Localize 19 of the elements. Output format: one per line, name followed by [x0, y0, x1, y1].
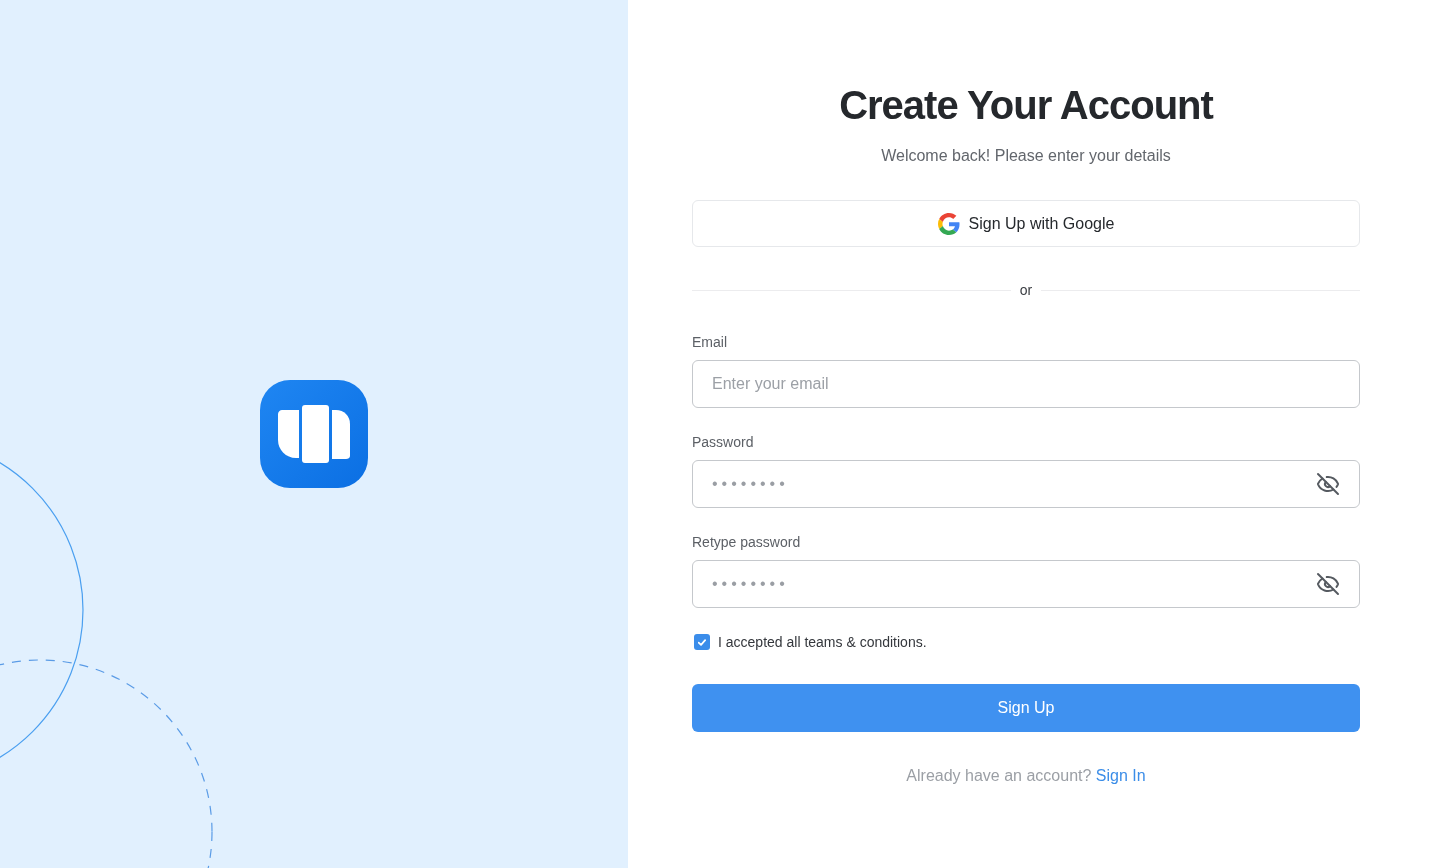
google-logo-icon	[937, 212, 960, 235]
password-field[interactable]: ••••••••	[692, 460, 1360, 508]
eye-off-icon[interactable]	[1316, 472, 1340, 496]
checkbox[interactable]	[694, 634, 710, 650]
sign-up-button[interactable]: Sign Up	[692, 684, 1360, 732]
email-field[interactable]: Enter your email	[692, 360, 1360, 408]
field-label: Password	[692, 433, 755, 452]
field-label: Email	[692, 333, 728, 352]
eye-off-icon[interactable]	[1316, 572, 1340, 596]
checkmark-icon	[698, 638, 706, 646]
sign-in-link[interactable]: Sign In	[1095, 767, 1146, 784]
divider-text: or	[1018, 281, 1034, 300]
sign-in-prompt: Already have an account? Sign In	[905, 766, 1147, 786]
terms-label: I accepted all teams & conditions.	[718, 633, 927, 652]
page-subtitle: Welcome back! Please enter your details	[880, 146, 1172, 166]
field-label: Retype password	[692, 533, 802, 552]
password-field[interactable]: ••••••••	[692, 560, 1360, 608]
page-title: Create Your Account	[838, 82, 1215, 129]
google-sign-up-button[interactable]: Sign Up with Google	[692, 200, 1360, 247]
